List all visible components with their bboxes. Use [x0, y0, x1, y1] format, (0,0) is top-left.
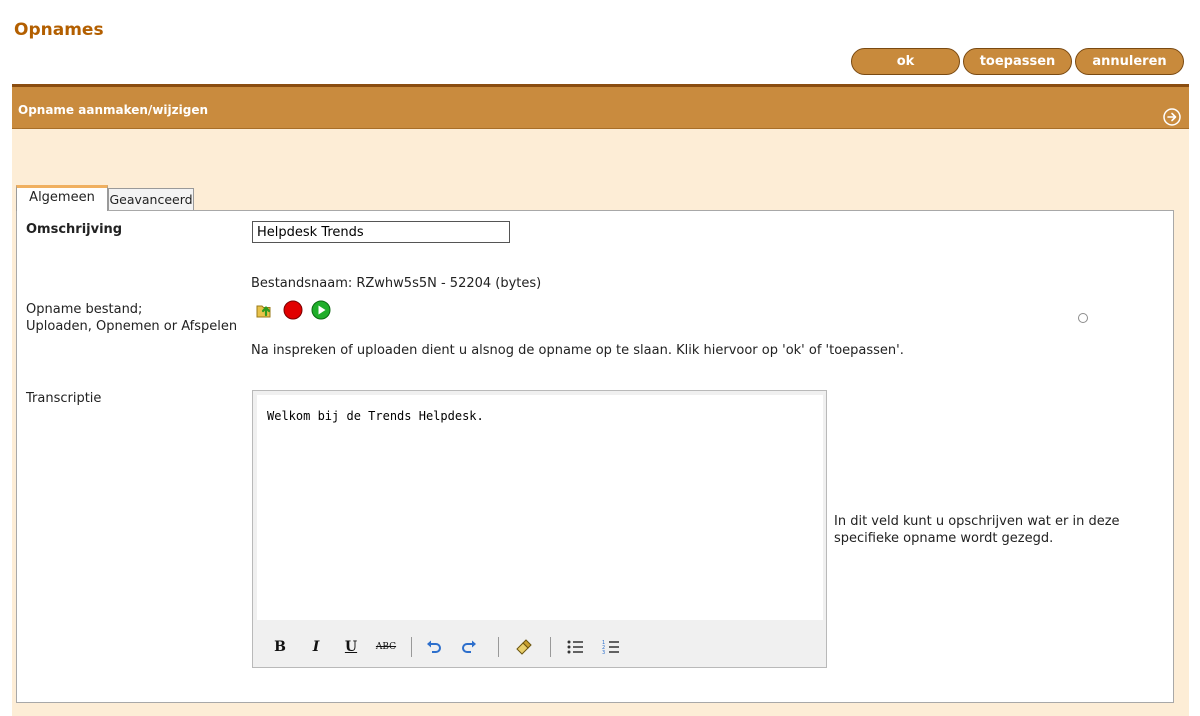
- toolbar-separator: [550, 637, 551, 657]
- transcript-editor: Welkom bij de Trends Helpdesk. B I U ABC: [252, 390, 827, 668]
- file-label-line1: Opname bestand;: [26, 302, 143, 317]
- panel-header: Opname aanmaken/wijzigen: [12, 87, 1189, 129]
- bullet-list-icon[interactable]: [562, 635, 588, 659]
- numbered-list-icon[interactable]: 123: [598, 635, 624, 659]
- tab-advanced[interactable]: Geavanceerd: [108, 188, 194, 210]
- panel-title: Opname aanmaken/wijzigen: [18, 103, 208, 117]
- redo-icon[interactable]: [456, 635, 482, 659]
- ok-button[interactable]: ok: [851, 48, 960, 75]
- svg-text:3: 3: [602, 650, 605, 655]
- tab-content: Omschrijving Bestandsnaam: RZwhw5s5N - 5…: [16, 210, 1174, 703]
- underline-icon[interactable]: U: [338, 635, 364, 659]
- filename-text: Bestandsnaam: RZwhw5s5N - 52204 (bytes): [251, 276, 542, 291]
- page-title: Opnames: [14, 20, 104, 40]
- bold-icon[interactable]: B: [267, 635, 293, 659]
- arrow-right-circle-icon[interactable]: [1163, 99, 1181, 126]
- transcript-label: Transcriptie: [26, 391, 102, 406]
- radio-option[interactable]: [1078, 313, 1088, 323]
- file-label-line2: Uploaden, Opnemen or Afspelen: [26, 319, 238, 334]
- toolbar-separator: [411, 637, 412, 657]
- strikethrough-icon[interactable]: ABC: [373, 635, 399, 659]
- description-label: Omschrijving: [26, 222, 123, 237]
- clean-format-icon[interactable]: [511, 635, 537, 659]
- upload-icon[interactable]: [254, 300, 274, 320]
- tab-general[interactable]: Algemeen: [16, 185, 108, 211]
- record-icon[interactable]: [283, 300, 303, 320]
- transcript-textarea[interactable]: Welkom bij de Trends Helpdesk.: [257, 395, 823, 620]
- save-notice: Na inspreken of uploaden dient u alsnog …: [251, 343, 904, 358]
- recording-panel: Opname aanmaken/wijzigen Algemeen Geavan…: [12, 84, 1189, 716]
- toolbar-separator: [498, 637, 499, 657]
- cancel-button[interactable]: annuleren: [1075, 48, 1184, 75]
- apply-button[interactable]: toepassen: [963, 48, 1072, 75]
- italic-icon[interactable]: I: [303, 635, 329, 659]
- undo-icon[interactable]: [421, 635, 447, 659]
- play-icon[interactable]: [311, 300, 331, 320]
- transcript-help: In dit veld kunt u opschrijven wat er in…: [834, 514, 1120, 546]
- description-input[interactable]: [252, 221, 510, 243]
